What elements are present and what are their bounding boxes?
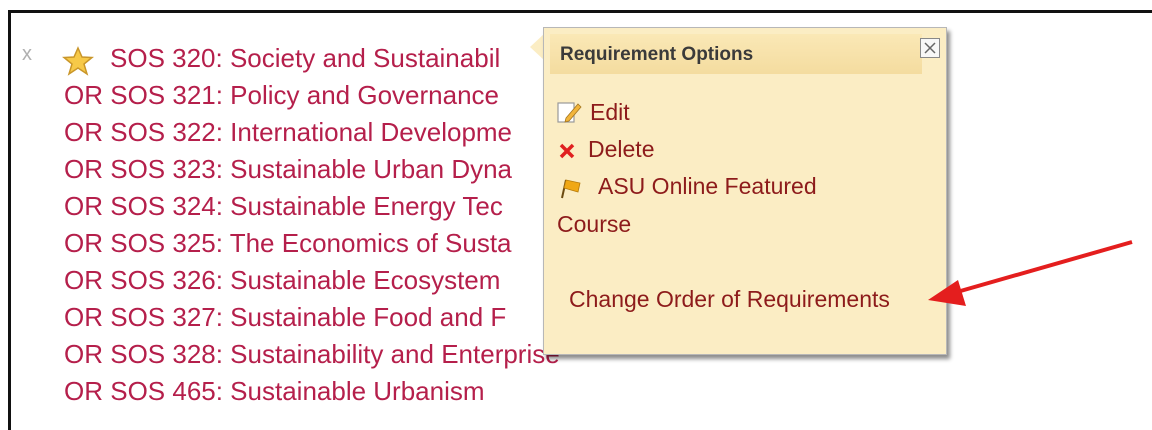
delete-x-icon <box>559 143 575 159</box>
close-icon[interactable] <box>920 38 940 58</box>
requirement-link-sos323[interactable]: OR SOS 323: Sustainable Urban Dyna <box>64 154 512 184</box>
star-icon <box>62 46 94 76</box>
requirement-link-sos321[interactable]: OR SOS 321: Policy and Governance <box>64 80 499 110</box>
featured-course-option-line1[interactable]: ASU Online Featured <box>598 172 817 200</box>
popup-header: Requirement Options <box>550 34 922 74</box>
popup-title: Requirement Options <box>560 44 754 65</box>
requirement-link-sos322[interactable]: OR SOS 322: International Developme <box>64 117 512 147</box>
requirement-link-sos328[interactable]: OR SOS 328: Sustainability and Enterpris… <box>64 339 560 369</box>
popup-pointer <box>530 34 544 60</box>
requirement-options-popup: Requirement Options Edit Delete ASU Onli… <box>543 27 947 355</box>
change-order-option[interactable]: Change Order of Requirements <box>569 285 890 313</box>
remove-requirement-icon[interactable]: x <box>22 43 32 65</box>
requirement-link-sos465[interactable]: OR SOS 465: Sustainable Urbanism <box>64 376 485 406</box>
red-arrow-icon <box>928 240 1133 306</box>
requirement-link-sos325[interactable]: OR SOS 325: The Economics of Susta <box>64 228 512 258</box>
requirement-link-sos324[interactable]: OR SOS 324: Sustainable Energy Tec <box>64 191 503 221</box>
requirement-link-sos326[interactable]: OR SOS 326: Sustainable Ecosystem <box>64 265 500 295</box>
edit-pencil-icon <box>557 102 582 123</box>
featured-course-option-line2[interactable]: Course <box>557 210 631 238</box>
requirement-link-sos327[interactable]: OR SOS 327: Sustainable Food and F <box>64 302 506 332</box>
flag-icon <box>561 179 581 199</box>
requirement-link-sos320[interactable]: SOS 320: Society and Sustainabil <box>110 43 500 73</box>
delete-option[interactable]: Delete <box>588 135 654 163</box>
edit-option[interactable]: Edit <box>590 98 630 126</box>
